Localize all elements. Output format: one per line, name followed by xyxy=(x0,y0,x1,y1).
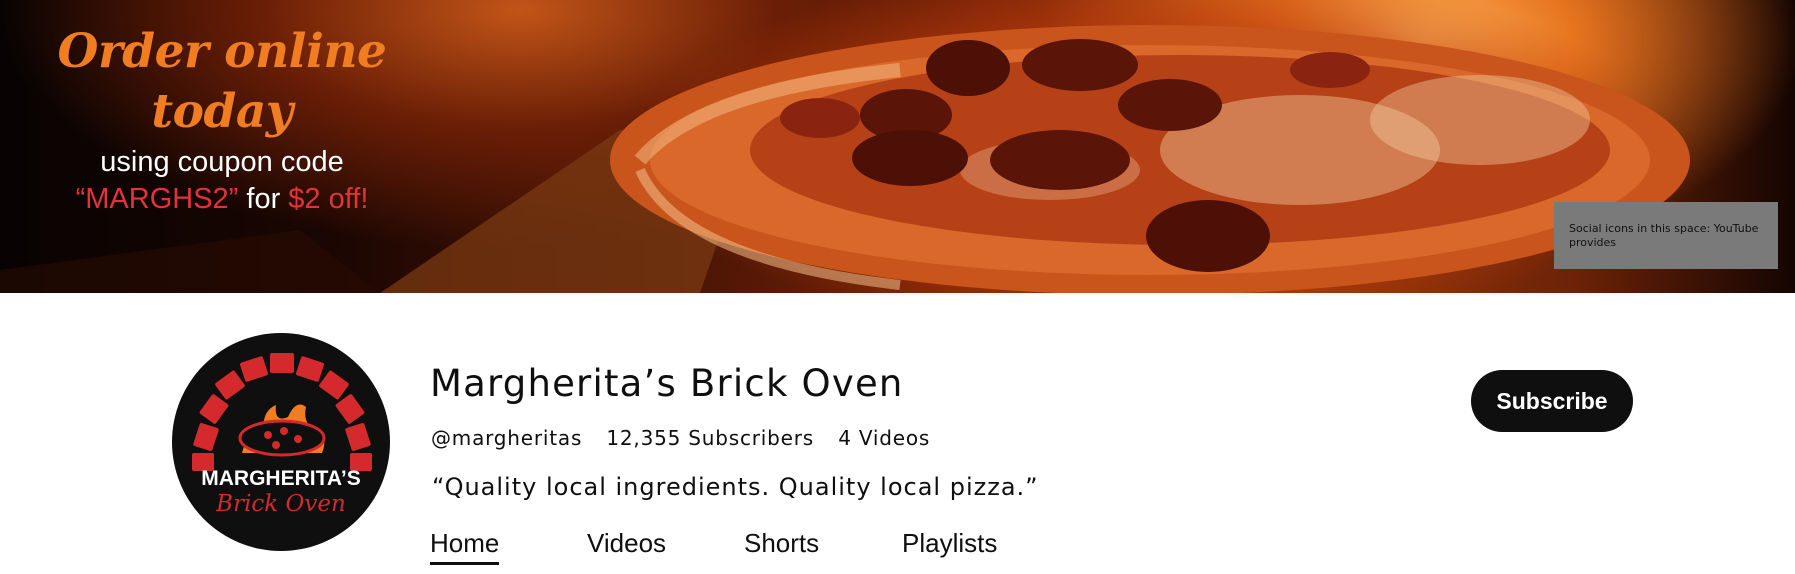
promo-subline: using coupon code xyxy=(100,146,344,178)
promo-for: for xyxy=(246,183,281,215)
channel-avatar[interactable]: MARGHERITA’S Brick Oven xyxy=(172,333,390,551)
channel-tagline[interactable]: “Quality local ingredients. Quality loca… xyxy=(432,473,1039,501)
promo-headline: Order online today xyxy=(57,24,387,139)
pizza-icon xyxy=(238,419,326,457)
tab-videos[interactable]: Videos xyxy=(587,528,666,562)
channel-name: Margherita’s Brick Oven xyxy=(430,362,904,405)
promo-discount: $2 off! xyxy=(288,183,369,215)
coupon-code: “MARGHS2” xyxy=(75,183,239,215)
tab-shorts[interactable]: Shorts xyxy=(744,528,819,562)
channel-handle: @margheritas xyxy=(431,426,583,450)
channel-banner: Order online today using coupon code “MA… xyxy=(0,0,1795,293)
social-placeholder-text: Social icons in this space: YouTube prov… xyxy=(1569,222,1759,249)
logo-line1: MARGHERITA’S xyxy=(201,467,360,490)
logo-line2: Brick Oven xyxy=(215,491,346,517)
video-count: 4 Videos xyxy=(838,426,931,450)
tab-playlists[interactable]: Playlists xyxy=(902,528,997,562)
subscribe-button[interactable]: Subscribe xyxy=(1471,370,1633,432)
subscriber-count: 12,355 Subscribers xyxy=(606,426,815,450)
promo-offer: “MARGHS2” for $2 off! xyxy=(22,180,422,218)
channel-meta: @margheritas 12,355 Subscribers 4 Videos xyxy=(431,426,947,450)
tab-home[interactable]: Home xyxy=(430,528,500,565)
promo-text: Order online today using coupon code “MA… xyxy=(22,22,422,218)
social-icons-placeholder: Social icons in this space: YouTube prov… xyxy=(1554,202,1778,269)
